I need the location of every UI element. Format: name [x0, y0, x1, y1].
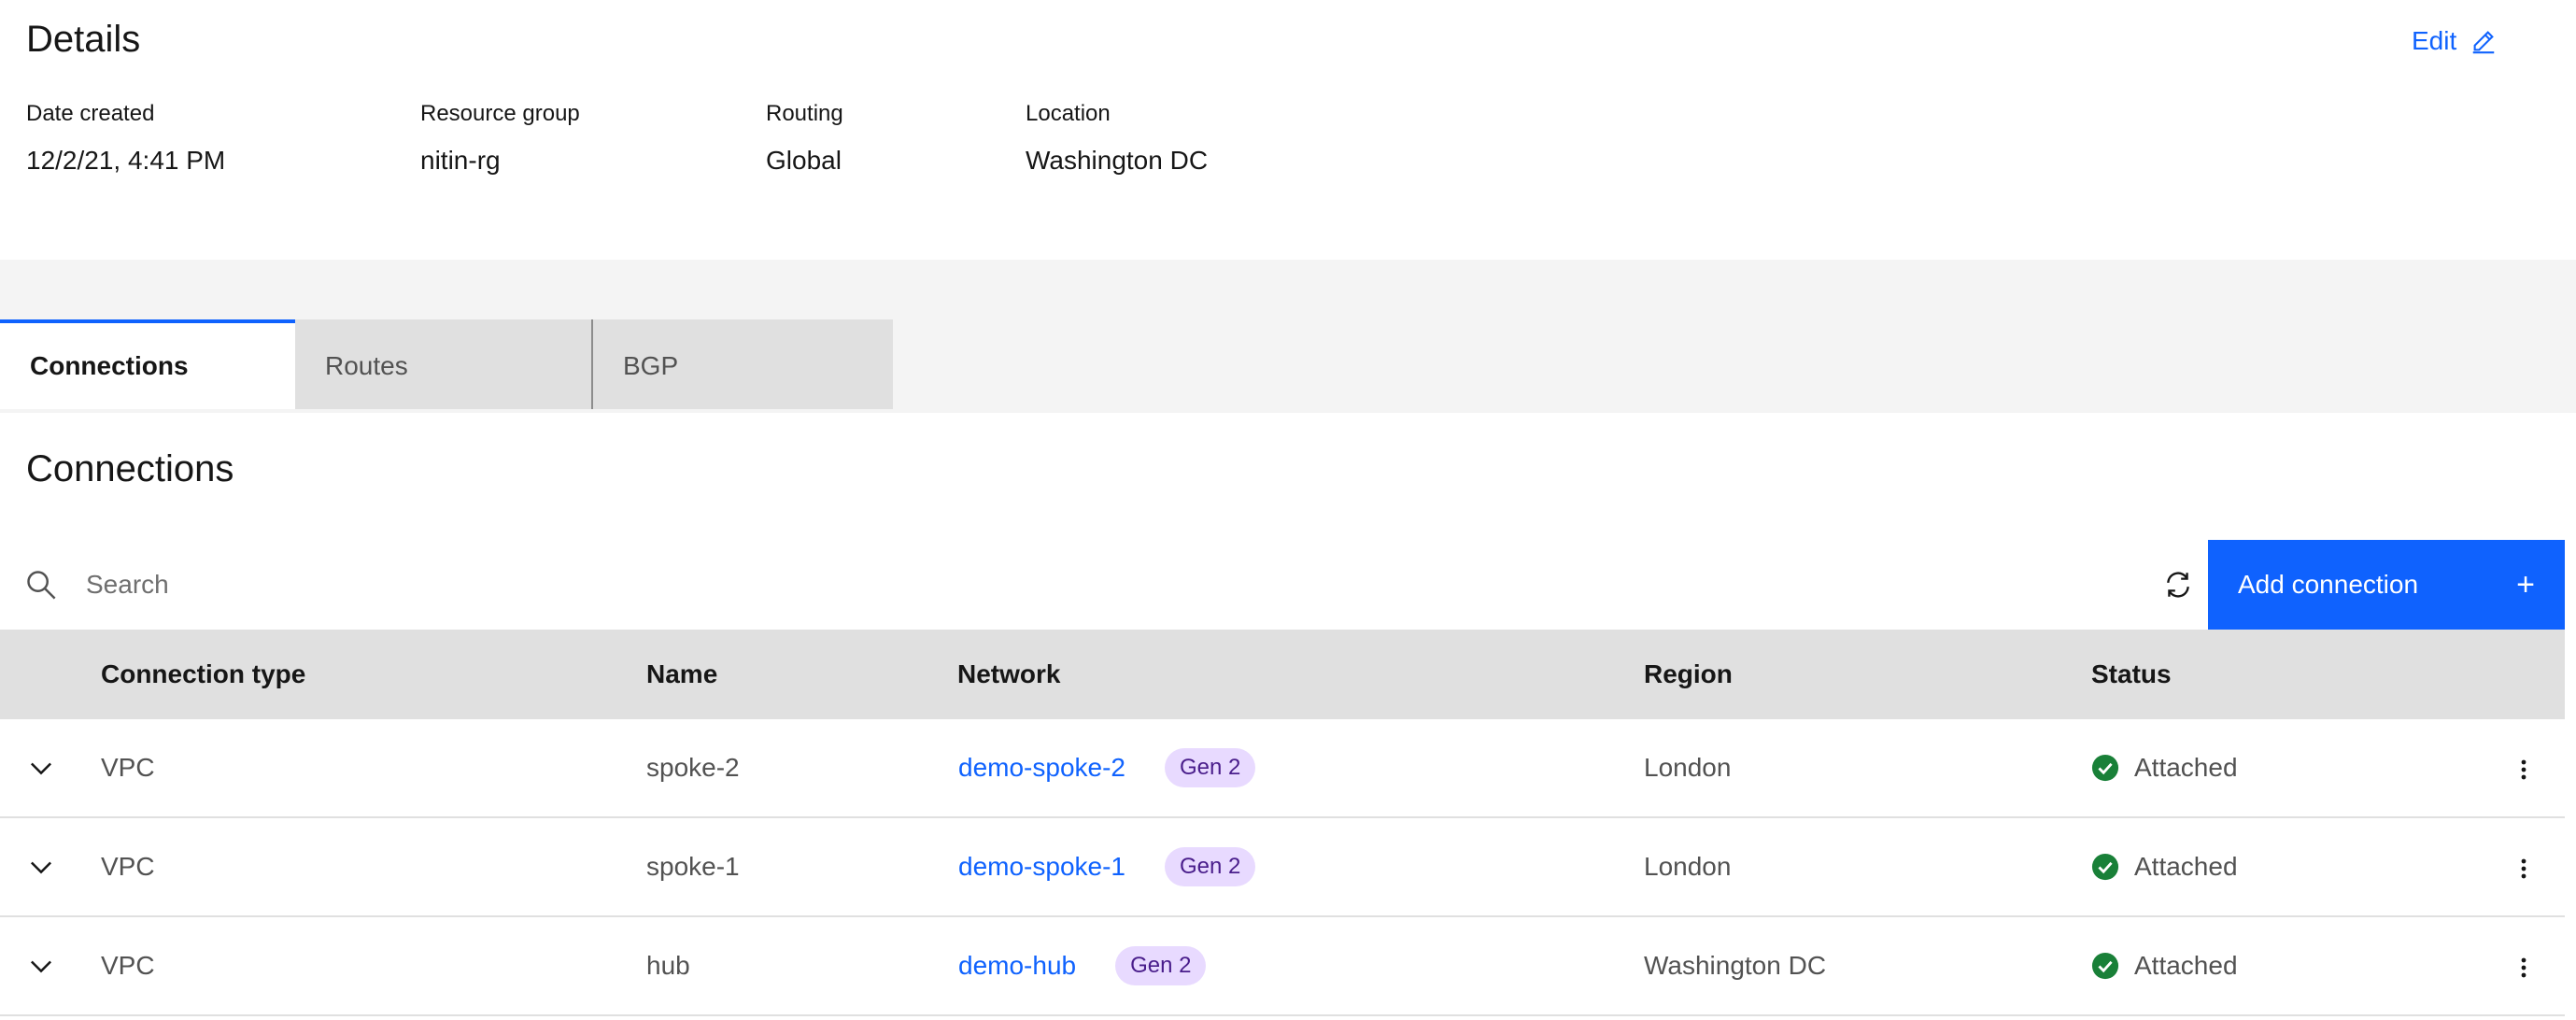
overflow-menu-button[interactable]: [2505, 945, 2542, 990]
cell-network: demo-spoke-2 Gen 2: [958, 719, 1256, 816]
cell-network: demo-spoke-1 Gen 2: [958, 818, 1256, 915]
field-label: Location: [1026, 101, 1111, 126]
cell-connection-type: VPC: [101, 951, 155, 980]
field-resource-group: Resource group nitin-rg: [420, 99, 580, 177]
cell-connection-type: VPC: [101, 852, 155, 881]
overflow-menu-icon: [2521, 957, 2526, 978]
tab-connections[interactable]: Connections: [0, 319, 295, 409]
cell-name: hub: [646, 951, 690, 980]
field-label: Routing: [766, 101, 843, 126]
add-connection-label: Add connection: [2238, 570, 2419, 599]
field-label: Resource group: [420, 101, 580, 126]
search-input[interactable]: [69, 557, 2124, 613]
checkmark-filled-icon: [2091, 853, 2119, 881]
cell-network: demo-hub Gen 2: [958, 917, 1207, 1014]
status-label: Attached: [2134, 753, 2238, 782]
cell-connection-type: VPC: [101, 753, 155, 782]
status-label: Attached: [2134, 951, 2238, 980]
column-header-connection-type[interactable]: Connection type: [101, 630, 305, 719]
generation-tag: Gen 2: [1164, 748, 1256, 787]
overflow-menu-button[interactable]: [2505, 747, 2542, 792]
table-header: Connection type Name Network Region Stat…: [0, 630, 2565, 719]
network-link[interactable]: demo-hub: [958, 951, 1076, 981]
cell-status: Attached: [2091, 917, 2238, 1014]
details-panel: Details Edit Date created 12/2/21, 4:41 …: [0, 0, 2565, 260]
field-location: Location Washington DC: [1026, 99, 1208, 177]
field-date-created: Date created 12/2/21, 4:41 PM: [26, 99, 225, 177]
table-row: VPC hub demo-hub Gen 2 Washington DC Att…: [0, 917, 2565, 1016]
field-value: 12/2/21, 4:41 PM: [26, 146, 226, 175]
cell-status: Attached: [2091, 719, 2238, 816]
cell-name: spoke-1: [646, 852, 740, 881]
edit-link[interactable]: Edit: [2412, 21, 2498, 62]
add-connection-button[interactable]: Add connection +: [2208, 540, 2565, 630]
search-icon: [27, 571, 56, 600]
network-link[interactable]: demo-spoke-1: [958, 852, 1125, 882]
network-link[interactable]: demo-spoke-2: [958, 753, 1125, 783]
add-icon: +: [2516, 567, 2535, 602]
generation-tag: Gen 2: [1164, 847, 1256, 886]
chevron-down-icon[interactable]: [24, 949, 58, 983]
cell-region: London: [1644, 753, 1732, 782]
tab-label: Routes: [325, 351, 408, 380]
field-value: nitin-rg: [420, 146, 501, 175]
column-header-network[interactable]: Network: [957, 630, 1060, 719]
chevron-down-icon[interactable]: [24, 751, 58, 785]
cell-status: Attached: [2091, 818, 2238, 915]
connections-title: Connections: [26, 448, 234, 489]
column-header-name[interactable]: Name: [646, 630, 717, 719]
generation-tag: Gen 2: [1115, 946, 1207, 985]
overflow-menu-icon: [2521, 858, 2526, 879]
chevron-down-icon[interactable]: [24, 850, 58, 884]
cell-name: spoke-2: [646, 753, 740, 782]
pencil-icon: [2473, 31, 2495, 54]
table-row: VPC spoke-1 demo-spoke-1 Gen 2 London At…: [0, 818, 2565, 917]
refresh-icon: [2167, 572, 2189, 598]
cell-region: Washington DC: [1644, 951, 1827, 980]
tab-label: BGP: [623, 351, 679, 380]
table-row: VPC spoke-2 demo-spoke-2 Gen 2 London At…: [0, 719, 2565, 818]
cell-region: London: [1644, 852, 1732, 881]
status-label: Attached: [2134, 852, 2238, 881]
table-toolbar: Add connection +: [0, 540, 2565, 630]
overflow-menu-icon: [2521, 759, 2526, 780]
column-header-region[interactable]: Region: [1644, 630, 1733, 719]
column-header-status[interactable]: Status: [2091, 630, 2172, 719]
field-routing: Routing Global: [766, 99, 843, 177]
checkmark-filled-icon: [2091, 754, 2119, 782]
tab-routes[interactable]: Routes: [295, 319, 591, 409]
tab-bgp[interactable]: BGP: [593, 319, 893, 409]
tab-label: Connections: [30, 351, 189, 380]
details-title: Details: [26, 19, 141, 60]
overflow-menu-button[interactable]: [2505, 846, 2542, 891]
checkmark-filled-icon: [2091, 952, 2119, 980]
connections-table: Connection type Name Network Region Stat…: [0, 630, 2565, 1016]
edit-label: Edit: [2412, 26, 2457, 55]
field-value: Global: [766, 146, 842, 175]
field-label: Date created: [26, 101, 155, 126]
field-value: Washington DC: [1026, 146, 1209, 175]
